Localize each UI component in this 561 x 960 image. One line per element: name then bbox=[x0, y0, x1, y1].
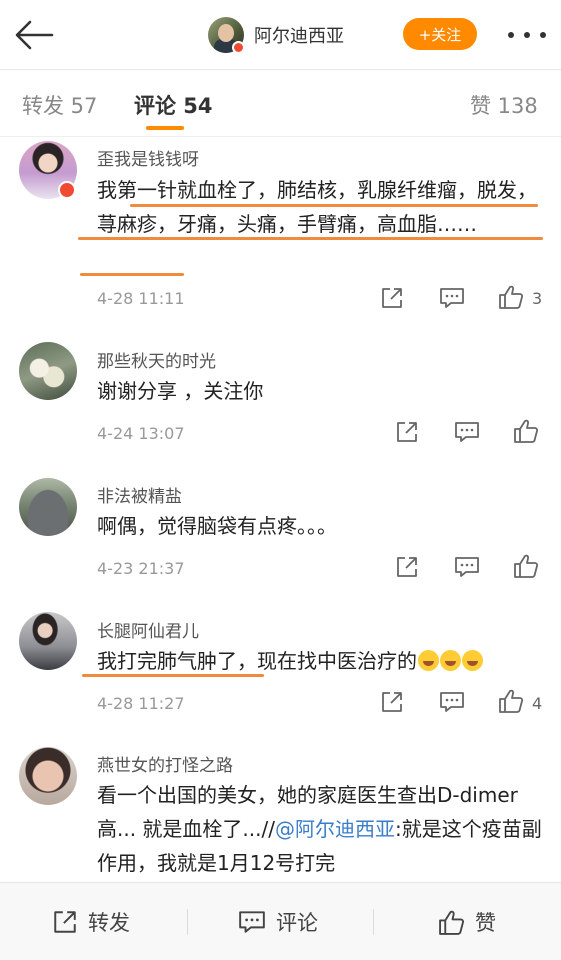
mention-link[interactable]: @阿尔迪西亚 bbox=[275, 817, 395, 841]
tab-reposts[interactable]: 转发 57 bbox=[22, 90, 97, 120]
comment-icon bbox=[239, 911, 265, 933]
like-count: 3 bbox=[532, 289, 543, 308]
like-icon[interactable] bbox=[513, 418, 539, 444]
comment-text: 谢谢分享 ，关注你 bbox=[97, 379, 264, 403]
comment-time: 4-23 21:37 bbox=[97, 559, 185, 578]
highlight-underline bbox=[130, 204, 538, 207]
commenter-avatar[interactable] bbox=[19, 747, 77, 805]
laughing-emoji-icon bbox=[462, 650, 483, 671]
share-icon[interactable] bbox=[380, 286, 406, 312]
author-name[interactable]: 阿尔迪西亚 bbox=[254, 22, 344, 48]
tab-bar: 转发 57 评论 54 赞 138 bbox=[0, 70, 561, 136]
reply-icon[interactable] bbox=[439, 690, 465, 716]
commenter-avatar[interactable] bbox=[19, 342, 77, 400]
commenter-name[interactable]: 燕世女的打怪之路 bbox=[97, 751, 233, 776]
comment-text: 看一个出国的美女，她的家庭医生查出D-dimer 高... 就是血栓了...//… bbox=[97, 778, 547, 880]
commenter-name[interactable]: 长腿阿仙君儿 bbox=[97, 617, 199, 642]
more-options-icon[interactable] bbox=[508, 32, 546, 40]
repost-button[interactable]: 转发 bbox=[52, 907, 130, 937]
commenter-name[interactable]: 非法被精盐 bbox=[97, 482, 182, 507]
bottom-action-bar: 转发 评论 赞 bbox=[0, 882, 561, 960]
verified-badge-icon bbox=[232, 41, 245, 54]
repost-label: 转发 bbox=[88, 911, 130, 935]
laughing-emoji-icon bbox=[418, 650, 439, 671]
commenter-avatar[interactable] bbox=[19, 612, 77, 670]
comment-button[interactable]: 评论 bbox=[238, 907, 318, 937]
laughing-emoji-icon bbox=[440, 650, 461, 671]
comment-text: 我打完肺气肿了，现在找中医治疗的 bbox=[97, 644, 547, 678]
member-badge-icon bbox=[58, 181, 76, 199]
like-count: 4 bbox=[532, 694, 543, 713]
like-icon[interactable] bbox=[513, 553, 539, 579]
tab-likes[interactable]: 赞 138 bbox=[470, 90, 538, 120]
like-icon[interactable] bbox=[498, 688, 524, 714]
like-icon bbox=[439, 910, 464, 935]
highlight-underline bbox=[80, 273, 184, 276]
comment-time: 4-28 11:11 bbox=[97, 289, 185, 308]
like-button[interactable]: 赞 bbox=[438, 907, 496, 937]
comment-time: 4-24 13:07 bbox=[97, 424, 185, 443]
follow-button[interactable]: +关注 bbox=[403, 18, 477, 50]
comment-label: 评论 bbox=[276, 911, 318, 935]
back-arrow-icon[interactable] bbox=[14, 18, 54, 52]
comment-text: 啊偶，觉得脑袋有点疼。。。 bbox=[97, 514, 337, 538]
share-icon bbox=[54, 911, 76, 933]
comment-text-body: 我打完肺气肿了，现在找中医治疗的 bbox=[97, 649, 417, 673]
share-icon[interactable] bbox=[395, 555, 421, 581]
bar-separator bbox=[373, 909, 374, 935]
author-info[interactable]: 阿尔迪西亚 bbox=[208, 16, 344, 54]
like-label: 赞 bbox=[475, 911, 496, 935]
active-tab-indicator bbox=[146, 126, 184, 130]
reply-icon[interactable] bbox=[439, 286, 465, 312]
commenter-avatar[interactable] bbox=[19, 478, 77, 536]
reply-icon[interactable] bbox=[454, 420, 480, 446]
highlight-underline bbox=[78, 237, 543, 240]
commenter-name[interactable]: 那些秋天的时光 bbox=[97, 347, 216, 372]
like-icon[interactable] bbox=[498, 284, 524, 310]
share-icon[interactable] bbox=[395, 420, 421, 446]
bar-separator bbox=[187, 909, 188, 935]
comment-text: 我第一针就血栓了，肺结核，乳腺纤维瘤，脱发，荨麻疹，牙痛，头痛，手臂痛，高血脂…… bbox=[97, 178, 537, 236]
share-icon[interactable] bbox=[380, 690, 406, 716]
tabs-divider bbox=[0, 136, 561, 137]
comment-time: 4-28 11:27 bbox=[97, 694, 185, 713]
reply-icon[interactable] bbox=[454, 555, 480, 581]
top-bar: 阿尔迪西亚 +关注 bbox=[0, 0, 561, 70]
commenter-name[interactable]: 歪我是钱钱呀 bbox=[97, 145, 199, 170]
highlight-underline bbox=[82, 674, 264, 677]
tab-comments[interactable]: 评论 54 bbox=[134, 90, 213, 120]
